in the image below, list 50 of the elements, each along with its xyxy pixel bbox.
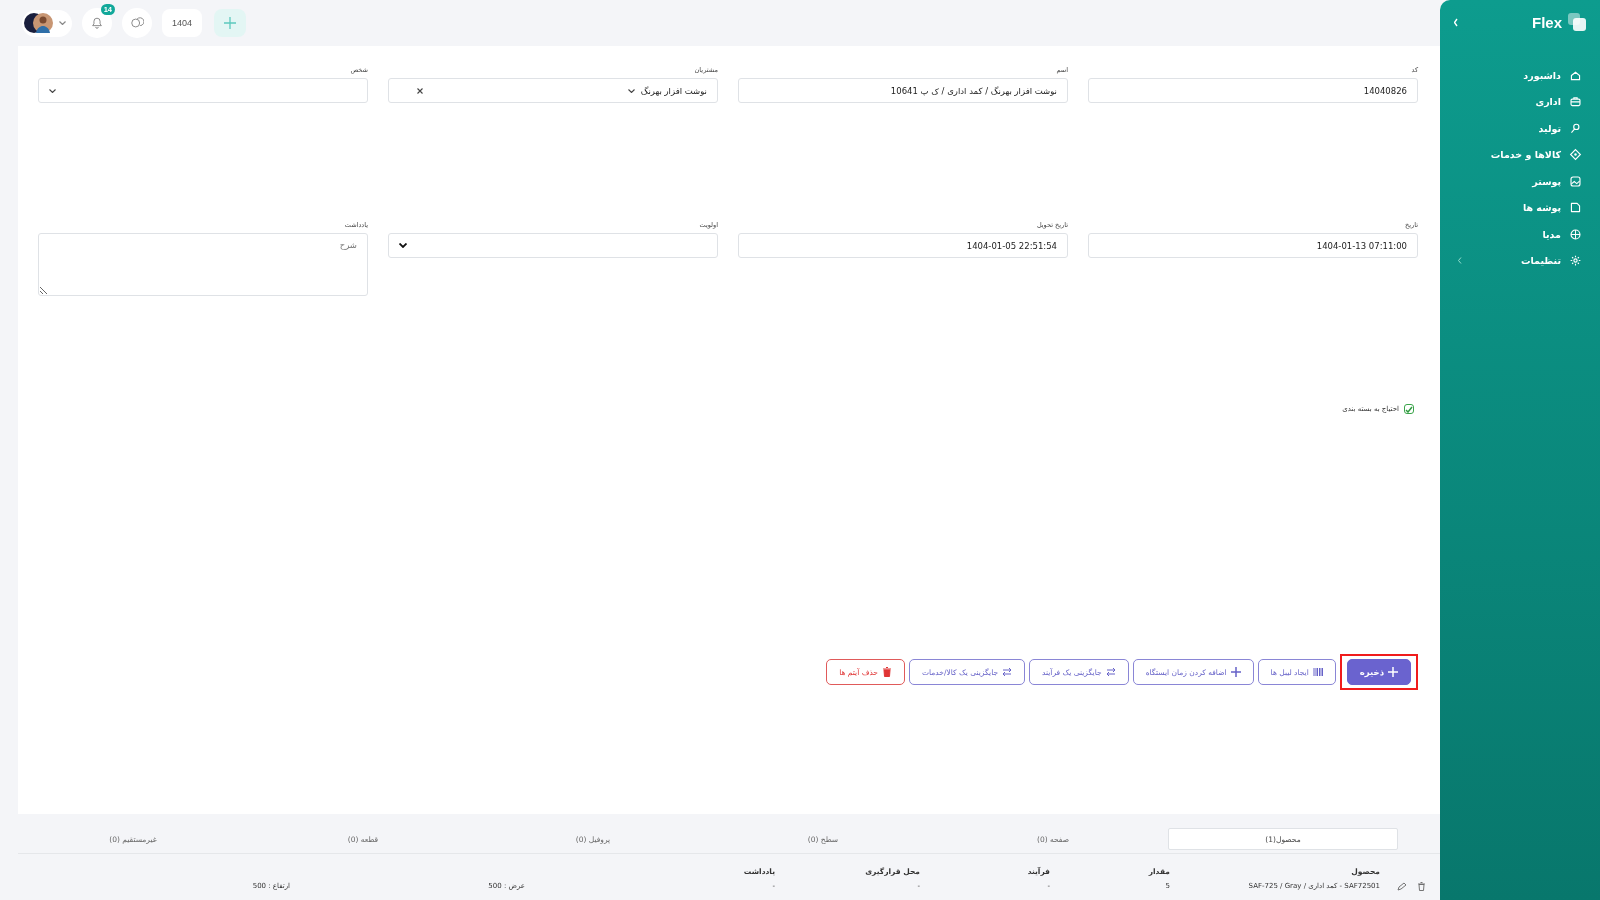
user-menu[interactable] — [22, 9, 72, 37]
avatar-icon — [24, 12, 54, 34]
chevron-down-icon — [49, 88, 56, 93]
briefcase-icon — [1569, 95, 1582, 109]
swap-arrows-icon — [1105, 667, 1116, 677]
bell-icon — [90, 16, 104, 30]
gear-icon — [1569, 254, 1582, 268]
folder-icon — [1569, 201, 1582, 215]
brand-logo-text: Flex — [1532, 13, 1562, 31]
text-field[interactable]: 1404-01-05 22:51:54 — [738, 233, 1068, 258]
chevron-down-icon — [59, 21, 66, 25]
trash-icon — [882, 667, 892, 677]
chevron-down-icon — [399, 243, 407, 248]
text-field[interactable]: 14040826 — [1088, 78, 1418, 103]
save-button[interactable]: ذخیره — [1346, 659, 1411, 685]
trash-icon[interactable] — [1417, 881, 1426, 891]
select-field[interactable] — [38, 78, 368, 103]
sidebar-item[interactable]: تولید — [1454, 115, 1586, 142]
sidebar-item[interactable]: مدیا — [1454, 221, 1586, 248]
barcode-icon — [1312, 667, 1323, 677]
globe-icon — [1569, 227, 1582, 241]
diamond-icon — [1569, 148, 1582, 162]
chevron-down-icon — [627, 88, 635, 93]
select-field[interactable]: نوشت افزار بهرنگ — [388, 78, 718, 103]
collapse-icon[interactable] — [1454, 17, 1459, 27]
image-icon — [1569, 174, 1582, 188]
plus-icon — [224, 17, 237, 29]
clear-icon[interactable] — [417, 87, 423, 94]
chat-bubbles-icon — [130, 16, 144, 30]
sidebar-item[interactable]: داشبورد — [1454, 62, 1586, 89]
check-icon — [1405, 405, 1413, 413]
chat-button[interactable] — [122, 8, 152, 38]
select-value: نوشت افزار بهرنگ — [640, 85, 707, 96]
year-label: 1404 — [162, 9, 203, 37]
sidebar-item[interactable]: اداری — [1454, 88, 1586, 115]
cubes-logo-icon — [1568, 13, 1586, 31]
sidebar-item[interactable]: پوستر — [1454, 168, 1586, 195]
plus-icon — [1388, 667, 1398, 677]
edit-icon[interactable] — [1397, 881, 1407, 891]
note-field[interactable]: شرح — [38, 233, 368, 296]
sidebar-item[interactable]: تنظیمات — [1454, 247, 1586, 274]
sidebar-item[interactable]: کالاها و خدمات — [1454, 141, 1586, 168]
home-icon — [1569, 68, 1582, 82]
plus-icon — [1230, 667, 1241, 677]
checkbox[interactable] — [1404, 404, 1414, 414]
select-field[interactable] — [388, 233, 718, 258]
text-field[interactable]: نوشت افزار بهرنگ / کمد اداری / ک پ 10641 — [738, 78, 1068, 103]
swap-arrows-icon — [1002, 667, 1013, 677]
text-field[interactable]: 1404-01-13 07:11:00 — [1088, 233, 1418, 258]
sidebar-item[interactable]: پوشه ها — [1454, 194, 1586, 221]
